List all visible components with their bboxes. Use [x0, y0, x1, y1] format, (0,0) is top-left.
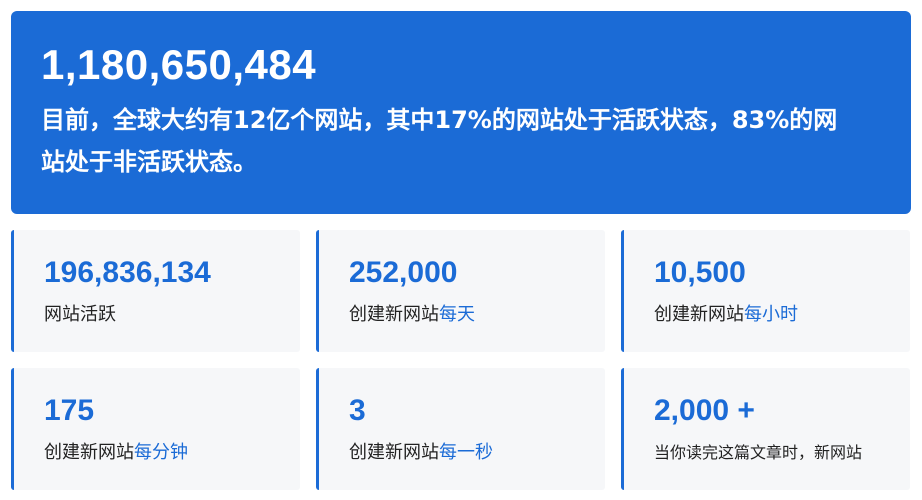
- stat-number: 10,500: [654, 256, 746, 289]
- stat-card-active: 196,836,134 网站活跃: [11, 230, 300, 352]
- stat-label: 创建新网站每一秒: [349, 442, 493, 463]
- stat-card-while-reading: 2,000 + 当你读完这篇文章时，新网站: [621, 368, 910, 490]
- stat-label: 网站活跃: [44, 304, 116, 325]
- stat-label: 创建新网站每小时: [654, 304, 798, 325]
- total-websites-count: 1,180,650,484: [41, 41, 317, 88]
- stat-number: 2,000 +: [654, 394, 755, 427]
- stat-number: 196,836,134: [44, 256, 211, 289]
- stat-label: 创建新网站每天: [349, 304, 475, 325]
- stat-number: 175: [44, 394, 95, 427]
- stat-number: 252,000: [349, 256, 458, 289]
- stat-card-per-minute: 175 创建新网站每分钟: [11, 368, 300, 490]
- stat-card-per-day: 252,000 创建新网站每天: [316, 230, 605, 352]
- stat-label: 创建新网站每分钟: [44, 442, 188, 463]
- stat-number: 3: [349, 394, 366, 427]
- stat-card-per-hour: 10,500 创建新网站每小时: [621, 230, 910, 352]
- stat-card-per-second: 3 创建新网站每一秒: [316, 368, 605, 490]
- stat-label: 当你读完这篇文章时，新网站: [654, 443, 863, 462]
- hero-banner: 1,180,650,484 目前，全球大约有12亿个网站，其中17%的网站处于活…: [11, 11, 911, 214]
- hero-description: 目前，全球大约有12亿个网站，其中17%的网站处于活跃状态，83%的网站处于非活…: [41, 106, 838, 176]
